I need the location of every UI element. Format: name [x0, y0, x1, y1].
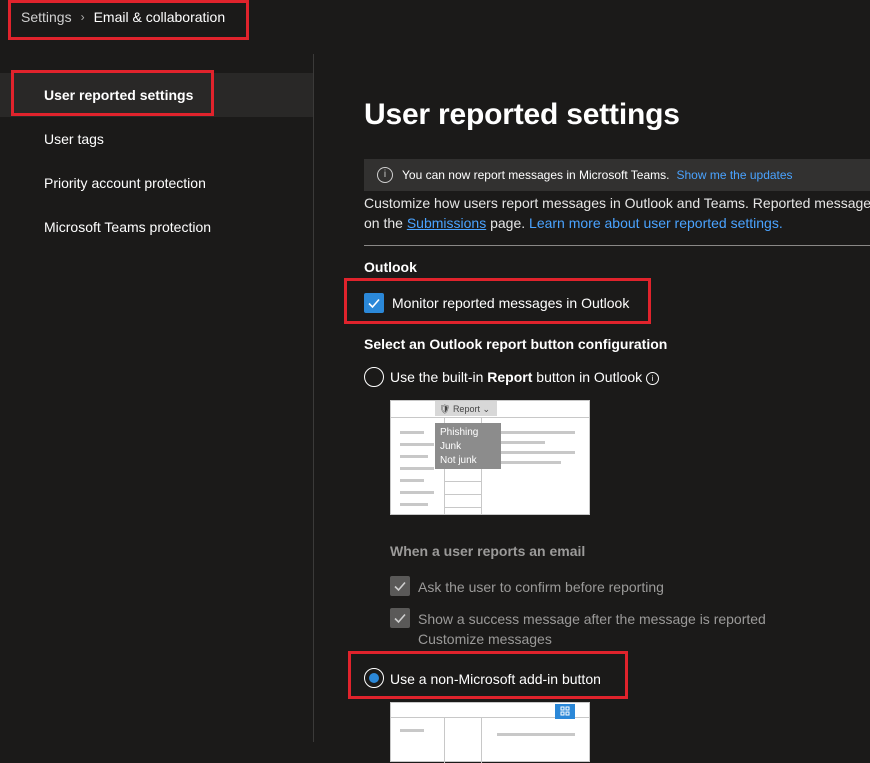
- mock-line: [445, 494, 481, 495]
- checkmark-icon: [394, 581, 406, 592]
- builtin-report-label: Use the built-in Report button in Outloo…: [390, 369, 660, 385]
- description: Customize how users report messages in O…: [364, 193, 870, 233]
- mock-report-label: 🛡︎ Report ⌄: [439, 404, 490, 414]
- sidebar-item-label: User tags: [44, 131, 104, 147]
- config-heading: Select an Outlook report button configur…: [364, 336, 668, 352]
- mock-line: [391, 417, 589, 418]
- outlook-heading: Outlook: [364, 259, 417, 275]
- mock-line: [400, 479, 424, 482]
- sidebar-item-label: Priority account protection: [44, 175, 206, 191]
- description-line1: Customize how users report messages in O…: [364, 195, 870, 211]
- mock-line: [497, 461, 561, 464]
- banner-text: You can now report messages in Microsoft…: [402, 168, 670, 182]
- mock-line: [400, 503, 428, 506]
- mock-line: [497, 733, 575, 736]
- breadcrumb-settings-link[interactable]: Settings: [21, 9, 72, 25]
- mock-line: [400, 431, 424, 434]
- mock-line: [444, 718, 445, 763]
- mock-line: [400, 455, 428, 458]
- mock-line: [481, 718, 482, 763]
- description-text: page.: [486, 215, 530, 231]
- sidebar-item-label: Microsoft Teams protection: [44, 219, 212, 235]
- mock-menu-junk: Junk: [440, 441, 462, 452]
- breadcrumb: Settings › Email & collaboration: [21, 9, 225, 25]
- mock-line: [400, 467, 434, 470]
- mock-line: [400, 729, 424, 732]
- info-icon[interactable]: i: [646, 371, 660, 385]
- sidebar-item-priority-account-protection[interactable]: Priority account protection: [0, 161, 313, 205]
- nonms-addin-preview: [390, 702, 590, 763]
- sidebar-item-label: User reported settings: [44, 87, 194, 103]
- show-updates-link[interactable]: Show me the updates: [676, 168, 792, 182]
- monitor-outlook-label: Monitor reported messages in Outlook: [392, 295, 630, 311]
- chevron-right-icon: ›: [80, 10, 85, 24]
- success-message-label: Show a success message after the message…: [418, 611, 766, 627]
- mock-line: [445, 481, 481, 482]
- customize-messages-link[interactable]: Customize messages: [418, 631, 552, 647]
- info-banner: i You can now report messages in Microso…: [364, 159, 870, 191]
- builtin-bold-text: Report: [487, 369, 533, 385]
- builtin-text: Use the built-in: [390, 369, 488, 385]
- success-message-checkbox[interactable]: [390, 608, 410, 628]
- sidebar-item-teams-protection[interactable]: Microsoft Teams protection: [0, 205, 313, 249]
- mock-line: [400, 443, 434, 446]
- description-text: on the: [364, 215, 407, 231]
- mock-line: [445, 507, 481, 508]
- mock-line: [497, 431, 575, 434]
- builtin-report-preview: 🛡︎ Report ⌄ Phishing Junk Not junk: [390, 400, 590, 515]
- divider: [364, 245, 870, 246]
- builtin-report-radio[interactable]: [364, 367, 384, 387]
- grid-icon: [560, 706, 570, 716]
- builtin-text: button in Outlook: [532, 369, 643, 385]
- addin-icon: [555, 704, 575, 719]
- description-line2: on the Submissions page. Learn more abou…: [364, 213, 870, 233]
- submissions-link[interactable]: Submissions: [407, 215, 486, 231]
- when-reports-heading: When a user reports an email: [390, 543, 586, 559]
- nonms-addin-radio[interactable]: [364, 668, 384, 688]
- checkmark-icon: [368, 298, 380, 309]
- confirm-label: Ask the user to confirm before reporting: [418, 579, 664, 595]
- mock-line: [497, 451, 575, 454]
- confirm-checkbox[interactable]: [390, 576, 410, 596]
- breadcrumb-current: Email & collaboration: [93, 9, 226, 25]
- info-icon: i: [377, 167, 393, 183]
- sidebar-divider: [313, 54, 314, 742]
- mock-menu-not-junk: Not junk: [440, 455, 477, 466]
- mock-line: [400, 491, 434, 494]
- monitor-outlook-checkbox[interactable]: [364, 293, 384, 313]
- mock-menu-phishing: Phishing: [440, 427, 479, 438]
- mock-line: [497, 441, 545, 444]
- learn-more-link[interactable]: Learn more about user reported settings.: [529, 215, 783, 231]
- sidebar-item-user-tags[interactable]: User tags: [0, 117, 313, 161]
- sidebar-item-user-reported-settings[interactable]: User reported settings: [0, 73, 313, 117]
- checkmark-icon: [394, 613, 406, 624]
- nonms-addin-label: Use a non-Microsoft add-in button: [390, 671, 601, 687]
- mock-report-text: Report: [452, 404, 480, 414]
- page-title: User reported settings: [364, 98, 680, 131]
